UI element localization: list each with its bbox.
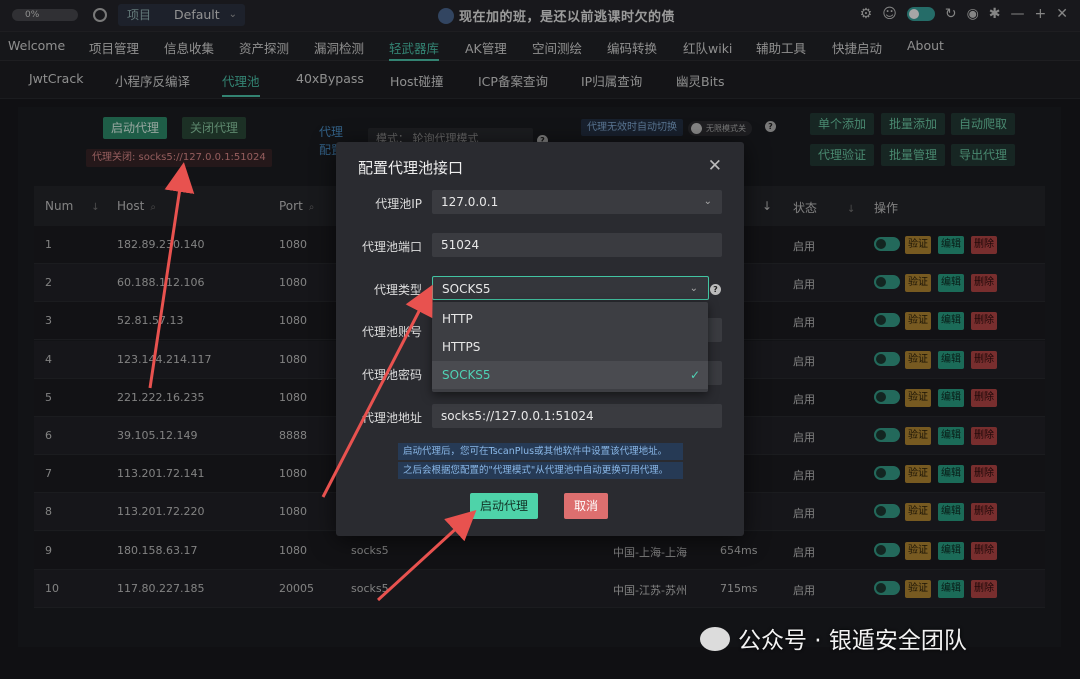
cancel-button[interactable]: 取消 <box>564 493 609 519</box>
ip-value: 127.0.0.1 <box>441 195 499 209</box>
option-socks5-label: SOCKS5 <box>442 368 491 382</box>
notice-line-2: 之后会根据您配置的"代理模式"从代理池中自动更换可用代理。 <box>398 462 683 479</box>
notice-line-1: 启动代理后，您可在TscanPlus或其他软件中设置该代理地址。 <box>398 443 683 460</box>
port-label: 代理池端口 <box>361 240 422 254</box>
option-http[interactable]: HTTP <box>432 305 708 333</box>
proxy-type-dropdown: HTTP HTTPS SOCKS5 ✓ <box>432 302 708 392</box>
check-icon: ✓ <box>689 368 700 382</box>
addr-input[interactable]: socks5://127.0.0.1:51024 <box>432 404 722 428</box>
pass-label: 代理池密码 <box>361 368 422 382</box>
port-input[interactable]: 51024 <box>432 233 722 257</box>
option-https[interactable]: HTTPS <box>432 333 708 361</box>
proxy-type-value: SOCKS5 <box>442 282 491 296</box>
chevron-down-icon: ⌄ <box>703 196 712 207</box>
watermark-text: 公众号 · 银遁安全团队 <box>738 628 967 654</box>
proxy-type-select[interactable]: SOCKS5 ⌄ <box>432 276 709 300</box>
ip-label: 代理池IP <box>375 197 422 211</box>
chevron-down-icon: ⌄ <box>689 283 698 294</box>
ip-select[interactable]: 127.0.0.1 ⌄ <box>432 190 722 214</box>
user-label: 代理池账号 <box>361 325 422 339</box>
start-proxy-confirm-button[interactable]: 启动代理 <box>470 493 539 519</box>
help-icon[interactable]: ? <box>710 284 721 295</box>
option-socks5[interactable]: SOCKS5 ✓ <box>432 361 708 389</box>
wechat-icon <box>700 627 730 651</box>
type-label: 代理类型 <box>373 283 422 297</box>
close-icon[interactable]: ✕ <box>708 156 722 176</box>
dialog-title: 配置代理池接口 <box>358 159 464 177</box>
addr-label: 代理池地址 <box>361 411 422 425</box>
watermark: 公众号 · 银遁安全团队 <box>700 621 967 655</box>
